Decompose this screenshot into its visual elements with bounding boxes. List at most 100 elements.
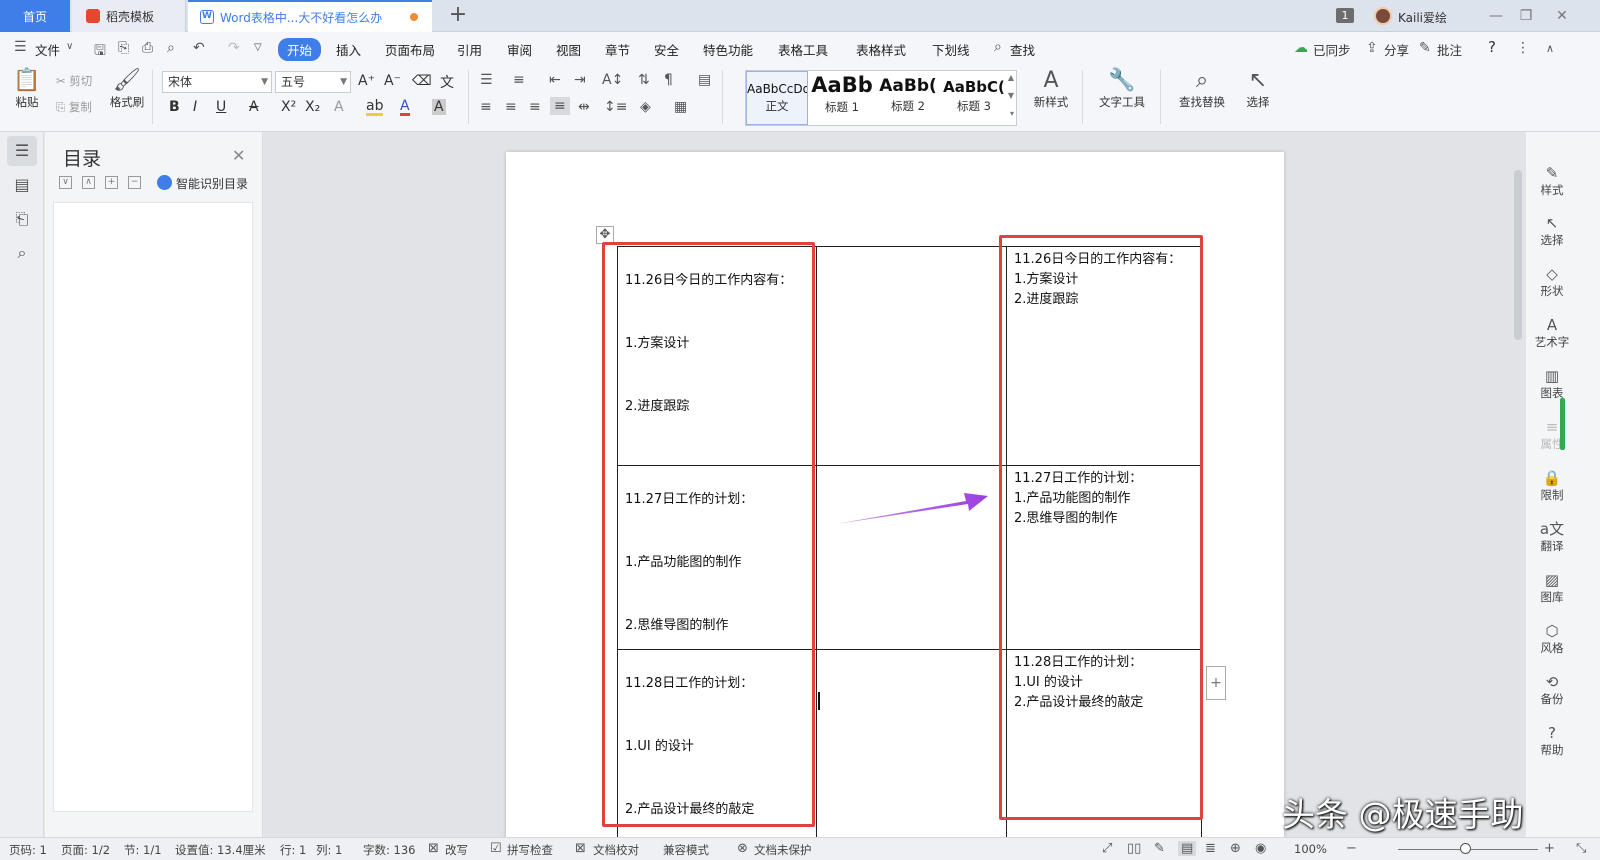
menu-start[interactable]: 开始 <box>278 38 322 61</box>
show-marks-icon[interactable]: ¶ <box>664 72 673 88</box>
rp-translate[interactable]: a文 翻译 <box>1530 520 1574 554</box>
document-page[interactable]: ✥ 11.26日今日的工作内容有： 1.方案设计 2.进度跟踪 11.26日今日… <box>506 152 1284 837</box>
menu-review[interactable]: 审阅 <box>507 40 532 59</box>
rp-properties[interactable]: ≡ 属性 <box>1530 418 1574 452</box>
rp-select[interactable]: ↖ 选择 <box>1530 214 1574 248</box>
minimize-icon[interactable]: — <box>1482 4 1510 28</box>
distributed-align-icon[interactable]: ⇹ <box>578 99 590 115</box>
style-heading-1[interactable]: AaBb 标题 1 <box>810 71 874 125</box>
numbered-list-icon[interactable]: ≡ <box>513 72 525 88</box>
menu-table-tools[interactable]: 表格工具 <box>778 40 828 59</box>
smart-recognize-toc-button[interactable]: 智能识别目录 <box>176 175 248 192</box>
underline-icon[interactable]: U <box>216 99 226 115</box>
superscript-icon[interactable]: X² <box>281 99 296 115</box>
align-center-icon[interactable]: ≡ <box>505 99 517 115</box>
bold-icon[interactable]: B <box>169 99 180 115</box>
menu-references[interactable]: 引用 <box>457 40 482 59</box>
remove-heading-icon[interactable]: − <box>128 176 141 189</box>
vertical-scroll-thumb[interactable] <box>1514 170 1522 340</box>
search-icon[interactable]: ⌕ <box>994 39 1002 55</box>
print-icon[interactable]: ⎙ <box>142 40 153 56</box>
unsaved-dot-icon[interactable] <box>410 13 418 21</box>
style-normal[interactable]: AaBbCcDd 正文 <box>746 71 808 125</box>
restore-icon[interactable]: ❐ <box>1512 4 1540 28</box>
menu-view[interactable]: 视图 <box>556 40 581 59</box>
print-preview-icon[interactable]: ⌕ <box>167 40 175 56</box>
align-left-icon[interactable]: ≡ <box>480 99 492 115</box>
border-icon[interactable]: ▦ <box>674 99 687 115</box>
eye-protection-icon[interactable]: ◉ <box>1255 841 1266 856</box>
expand-all-icon[interactable]: ∧ <box>82 176 95 189</box>
format-painter-button[interactable]: 🖌 格式刷 <box>108 68 146 110</box>
sort-icon[interactable]: ⇅ <box>638 72 650 88</box>
subscript-icon[interactable]: X₂ <box>305 99 320 115</box>
menu-page-layout[interactable]: 页面布局 <box>385 40 435 59</box>
bullet-list-icon[interactable]: ☰ <box>480 72 493 88</box>
status-page-count[interactable]: 页面: 1/2 <box>61 842 110 858</box>
status-protection[interactable]: 文档未保护 <box>754 842 812 858</box>
cut-button[interactable]: ✂ 剪切 <box>56 73 92 89</box>
zoom-slider-knob[interactable] <box>1460 843 1471 854</box>
save-icon[interactable]: 🖫 <box>94 40 106 64</box>
chevron-down-icon[interactable]: ∨ <box>66 41 73 52</box>
collapse-all-icon[interactable]: ∨ <box>59 176 72 189</box>
rp-style[interactable]: ✎ 样式 <box>1530 164 1574 198</box>
rp-help[interactable]: ? 帮助 <box>1530 724 1574 758</box>
collapse-ribbon-icon[interactable]: ∧ <box>1546 42 1554 55</box>
text-tools-button[interactable]: 🔧 文字工具 <box>1092 68 1152 110</box>
menu-special-features[interactable]: 特色功能 <box>703 40 753 59</box>
text-box-icon[interactable]: ▤ <box>698 72 711 88</box>
export-pdf-icon[interactable]: ⎘ <box>118 40 129 56</box>
styles-expand-icon[interactable]: ▾ <box>1010 109 1014 118</box>
rp-theme[interactable]: ⬡ 风格 <box>1530 622 1574 656</box>
web-view-icon[interactable]: ⊕ <box>1230 841 1241 856</box>
more-options-icon[interactable]: ⋮ <box>1516 40 1530 56</box>
increase-indent-icon[interactable]: ⇥ <box>574 72 586 88</box>
shading-fill-icon[interactable]: ◈ <box>640 99 651 115</box>
styles-scroll-up-icon[interactable]: ▲ <box>1008 73 1014 82</box>
font-size-select[interactable]: 五号 ▼ <box>275 71 351 93</box>
share-button[interactable]: 分享 <box>1384 40 1409 59</box>
menu-insert[interactable]: 插入 <box>336 40 361 59</box>
bookmark-icon[interactable]: ⎗ <box>7 204 37 234</box>
menu-chapter[interactable]: 章节 <box>605 40 630 59</box>
add-heading-icon[interactable]: + <box>105 176 118 189</box>
smart-recognize-icon[interactable] <box>157 175 172 190</box>
menu-file[interactable]: 文件 <box>35 40 60 59</box>
write-mode-icon[interactable]: ✎ <box>1154 841 1165 856</box>
line-spacing-icon[interactable]: ↕≡ <box>604 99 627 115</box>
menu-find[interactable]: 查找 <box>1010 40 1035 59</box>
grow-font-icon[interactable]: A⁺ <box>358 73 375 89</box>
menu-underline[interactable]: 下划线 <box>932 40 970 59</box>
italic-icon[interactable]: I <box>193 99 197 115</box>
rp-backup[interactable]: ⟲ 备份 <box>1530 673 1574 707</box>
status-overwrite[interactable]: 改写 <box>445 842 468 858</box>
toc-list-icon[interactable]: ☰ <box>7 136 37 166</box>
vertical-scrollbar[interactable] <box>1512 140 1524 760</box>
rp-restrict[interactable]: 🔒 限制 <box>1530 469 1574 503</box>
fullscreen-icon[interactable]: ⤢ <box>1102 841 1112 856</box>
tab-home[interactable]: 首页 <box>0 0 70 32</box>
styles-scroll-down-icon[interactable]: ▼ <box>1008 91 1014 100</box>
text-effect-icon[interactable]: A <box>334 99 344 115</box>
outline-view-icon[interactable]: ≣ <box>1205 841 1216 856</box>
status-word-count[interactable]: 字数: 136 <box>363 842 415 858</box>
strikethrough-icon[interactable]: A <box>249 99 259 115</box>
tab-daoke-templates[interactable]: 稻壳模板 <box>72 0 186 32</box>
new-style-button[interactable]: A 新样式 <box>1026 68 1076 110</box>
menu-table-style[interactable]: 表格样式 <box>856 40 906 59</box>
char-shading-icon[interactable]: A <box>432 99 446 115</box>
phonetic-guide-icon[interactable]: 文 <box>440 72 454 92</box>
rp-gallery[interactable]: ▨ 图库 <box>1530 571 1574 605</box>
find-replace-button[interactable]: ⌕ 查找替换 <box>1172 68 1232 110</box>
window-count-badge[interactable]: 1 <box>1336 8 1354 23</box>
style-heading-2[interactable]: AaBb( 标题 2 <box>876 71 940 125</box>
paste-button[interactable]: 📋 粘贴 <box>10 68 44 110</box>
quick-access-more-icon[interactable]: ▽ <box>254 42 262 53</box>
align-right-icon[interactable]: ≡ <box>529 99 541 115</box>
find-in-doc-icon[interactable]: ⌕ <box>7 238 37 268</box>
toc-list[interactable] <box>53 202 253 812</box>
status-spell-check[interactable]: 拼写检查 <box>507 842 553 858</box>
menu-security[interactable]: 安全 <box>654 40 679 59</box>
user-avatar[interactable] <box>1374 7 1392 25</box>
